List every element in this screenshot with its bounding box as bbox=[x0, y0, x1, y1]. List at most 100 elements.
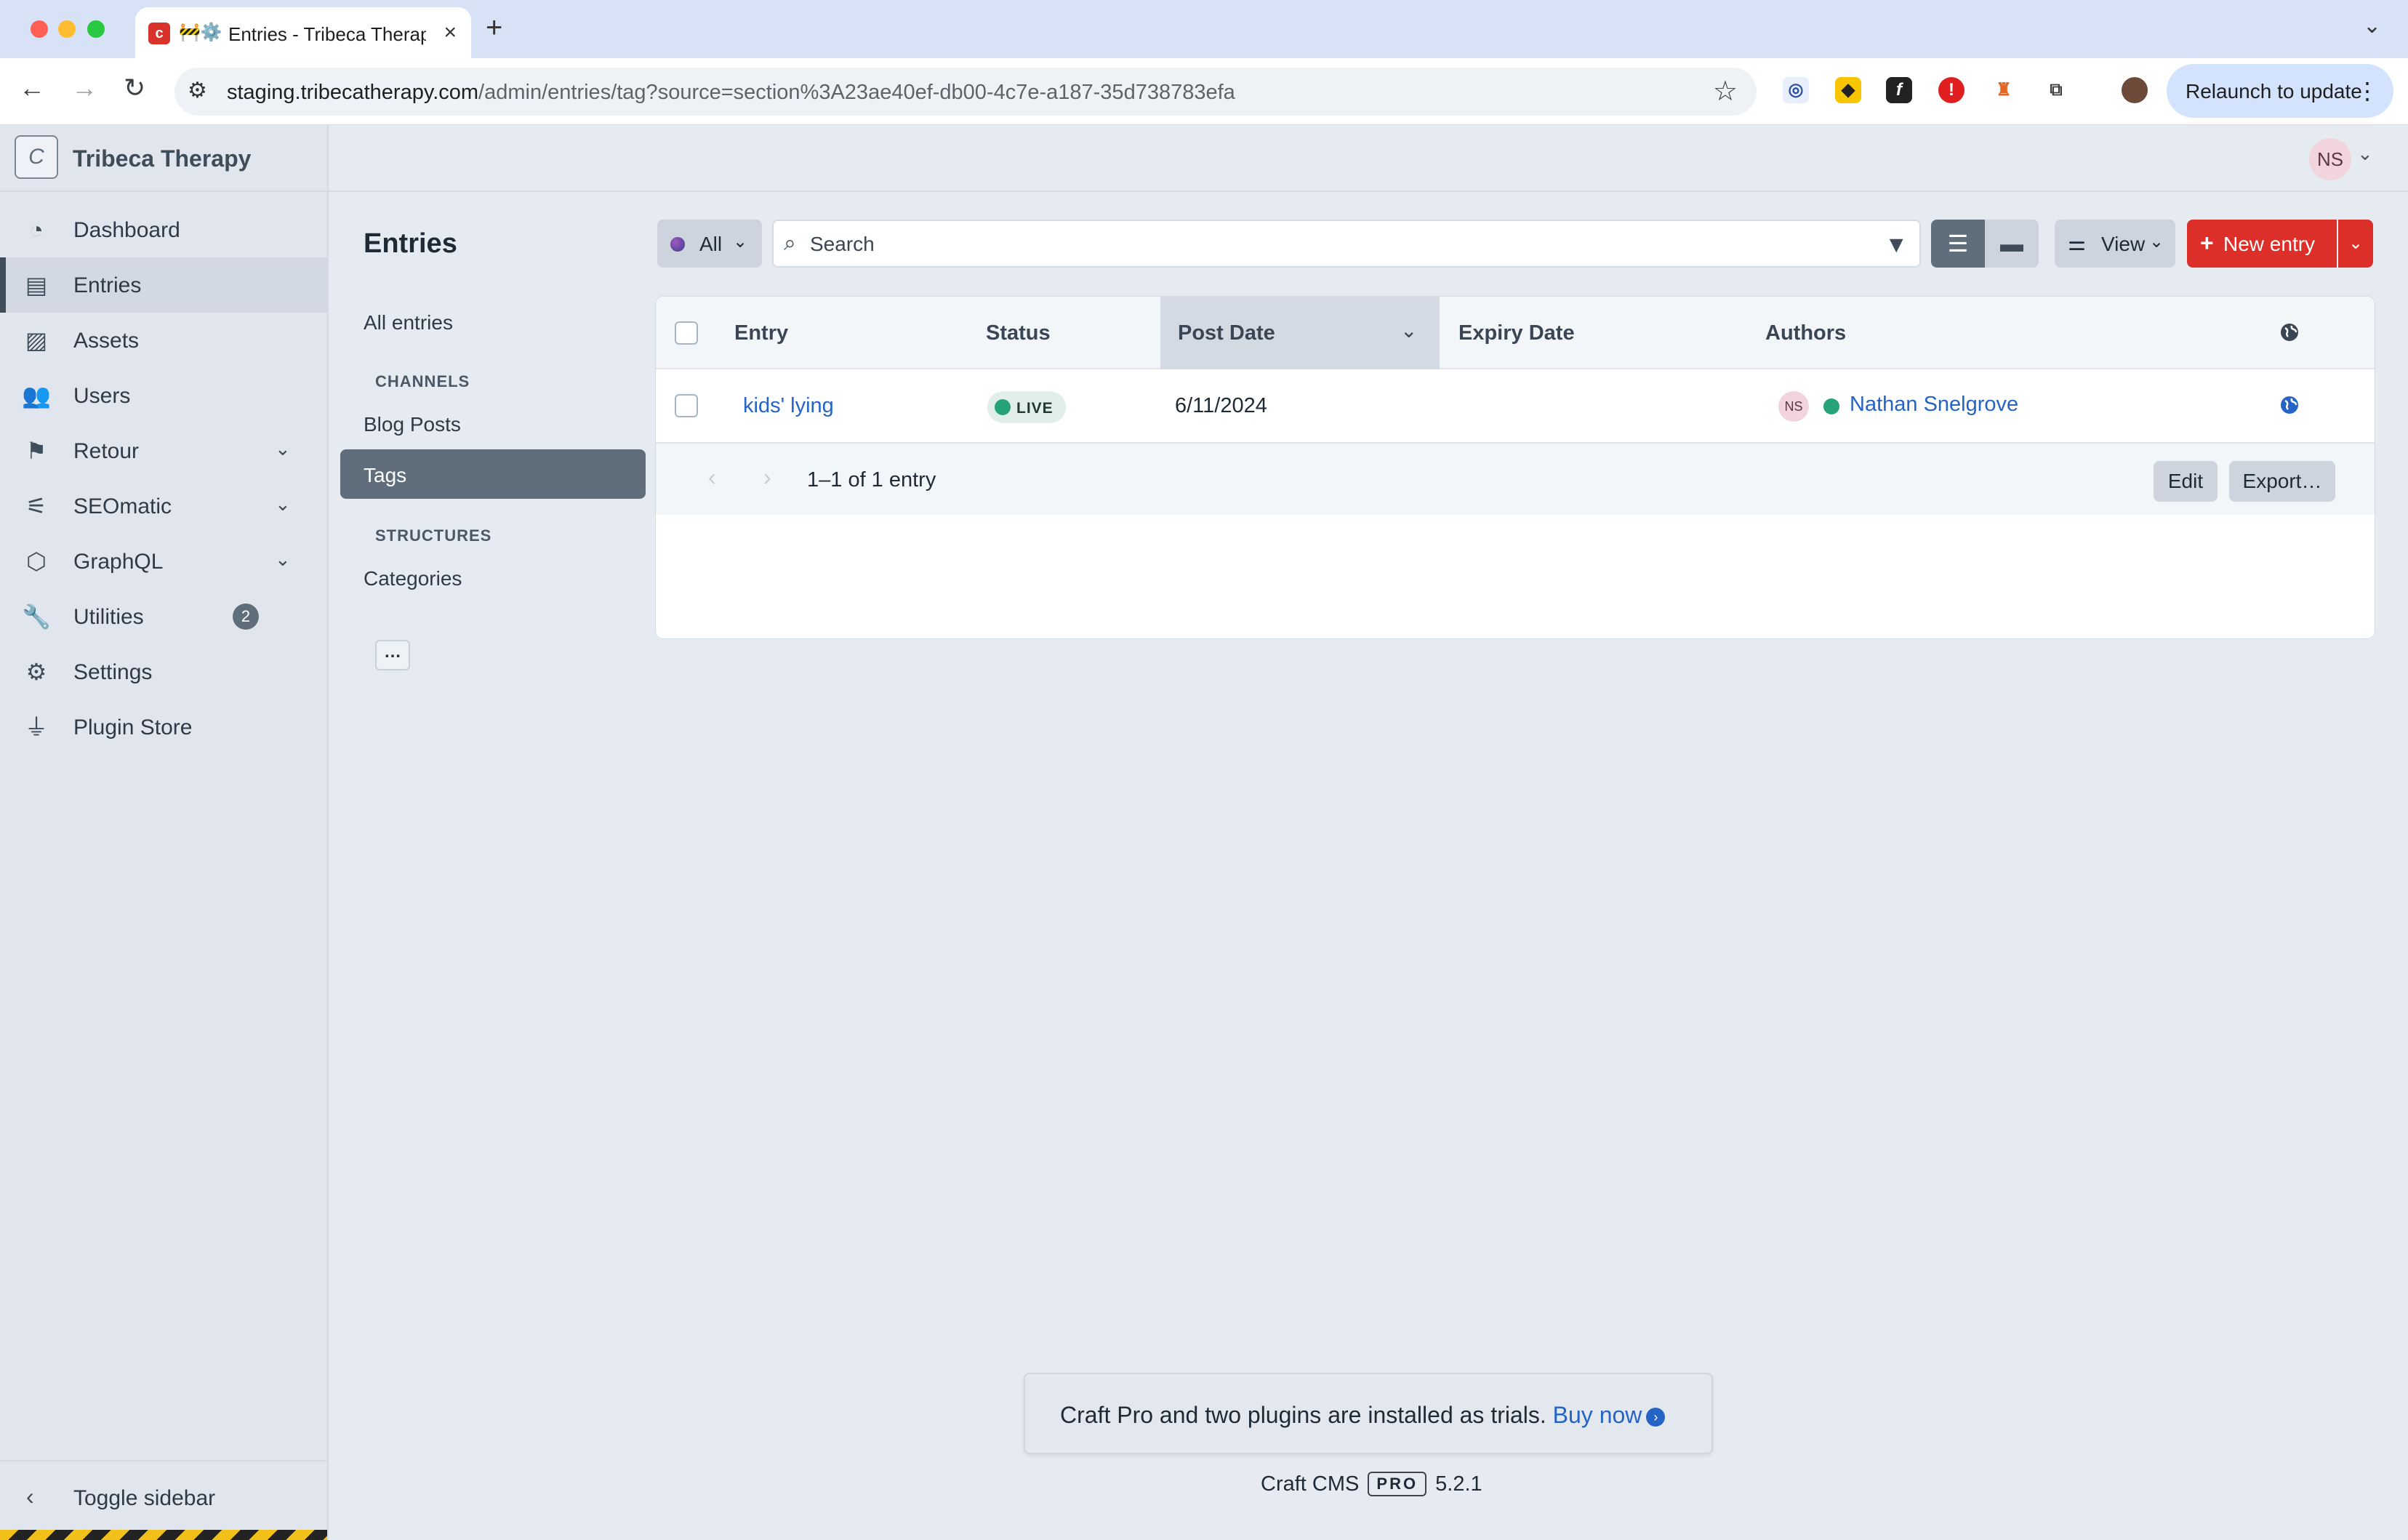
forward-icon[interactable]: → bbox=[71, 73, 97, 103]
bookmark-star-icon[interactable]: ☆ bbox=[1713, 75, 1738, 108]
font-extension-icon[interactable]: f bbox=[1886, 77, 1912, 103]
address-bar[interactable]: ⚙ staging.tribecatherapy.com/admin/entri… bbox=[174, 68, 1757, 116]
column-header-expiry-date[interactable]: Expiry Date bbox=[1458, 321, 1575, 345]
relaunch-update-button[interactable]: Relaunch to update ⋮ bbox=[2167, 64, 2393, 118]
buy-now-link[interactable]: Buy now › bbox=[1553, 1402, 1666, 1428]
table-footer: ‹ › 1–1 of 1 entry Edit Export… bbox=[656, 442, 2375, 515]
more-sources-button[interactable]: … bbox=[375, 640, 410, 670]
sidebar-item-users[interactable]: 👥 Users bbox=[0, 368, 327, 423]
sort-chevron-icon[interactable]: ⌄ bbox=[1400, 318, 1417, 342]
chevron-down-icon[interactable]: ⌄ bbox=[275, 438, 291, 460]
maximize-window-button[interactable] bbox=[87, 20, 105, 38]
adblock-extension-icon[interactable]: ! bbox=[1938, 77, 1964, 103]
chevron-down-icon[interactable]: ⌄ bbox=[2357, 143, 2373, 165]
close-tab-icon[interactable]: × bbox=[444, 20, 457, 45]
source-categories[interactable]: Categories bbox=[340, 553, 646, 602]
retour-icon: ⚑ bbox=[25, 438, 47, 464]
site-settings-icon[interactable]: ⚙ bbox=[188, 78, 207, 103]
select-all-checkbox[interactable] bbox=[675, 321, 698, 345]
browser-menu-icon[interactable]: ⋮ bbox=[2356, 77, 2379, 105]
password-extension-icon[interactable]: ◎ bbox=[1783, 77, 1809, 103]
source-label: Tags bbox=[364, 464, 407, 486]
sidebar-item-plugin-store[interactable]: ⏚ Plugin Store bbox=[0, 699, 327, 755]
trial-text: Craft Pro and two plugins are installed … bbox=[1060, 1402, 1546, 1428]
edit-button[interactable]: Edit bbox=[2154, 461, 2218, 502]
prev-page-icon[interactable]: ‹ bbox=[708, 464, 716, 491]
profile-avatar[interactable] bbox=[2122, 77, 2148, 103]
author-status-dot bbox=[1823, 398, 1839, 414]
chevron-down-icon[interactable]: ⌄ bbox=[275, 548, 291, 571]
dev-mode-stripe bbox=[0, 1530, 327, 1540]
channels-heading: CHANNELS bbox=[375, 372, 470, 390]
minimize-window-button[interactable] bbox=[58, 20, 76, 38]
tab-prefix: 🚧⚙️ bbox=[179, 23, 222, 42]
browser-tab-bar: c 🚧⚙️ Entries - Tribeca Therapy × + ⌄ bbox=[0, 0, 2408, 58]
source-label: Categories bbox=[364, 567, 462, 590]
main-content: NS ⌄ Entries All entries CHANNELS Blog P… bbox=[329, 125, 2408, 1540]
site-brand[interactable]: C Tribeca Therapy bbox=[0, 125, 327, 192]
page-title: Entries bbox=[364, 228, 457, 259]
export-button[interactable]: Export… bbox=[2229, 461, 2335, 502]
table-row[interactable]: kids' lying LIVE 6/11/2024 NS Nathan Sne… bbox=[656, 369, 2375, 442]
column-header-status[interactable]: Status bbox=[986, 321, 1051, 345]
chevron-down-icon[interactable]: ⌄ bbox=[275, 493, 291, 516]
cards-view-button[interactable]: ▬ bbox=[1985, 220, 2039, 268]
users-icon: 👥 bbox=[22, 382, 51, 409]
column-header-entry[interactable]: Entry bbox=[734, 321, 788, 345]
sidebar-item-dashboard[interactable]: ◔ Dashboard bbox=[0, 202, 327, 257]
new-entry-button[interactable]: + New entry bbox=[2187, 220, 2337, 268]
browser-tab[interactable]: c 🚧⚙️ Entries - Tribeca Therapy × bbox=[135, 7, 471, 58]
trial-text-wrap: Craft Pro and two plugins are installed … bbox=[1060, 1402, 1666, 1429]
table-view-button[interactable]: ☰ bbox=[1931, 220, 1985, 268]
search-input[interactable] bbox=[810, 230, 1828, 259]
column-header-authors[interactable]: Authors bbox=[1765, 321, 1846, 345]
view-menu-button[interactable]: ⚌ View ⌄ bbox=[2055, 220, 2175, 268]
status-dot bbox=[995, 399, 1011, 415]
globe-icon[interactable] bbox=[2279, 394, 2300, 416]
chevron-down-icon: ⌄ bbox=[733, 232, 748, 252]
back-icon[interactable]: ← bbox=[19, 73, 45, 103]
toggle-sidebar-button[interactable]: ‹ Toggle sidebar bbox=[0, 1460, 327, 1528]
source-blog-posts[interactable]: Blog Posts bbox=[340, 398, 646, 448]
filter-icon[interactable]: ▼ bbox=[1885, 231, 1908, 258]
sidebar-item-label: SEOmatic bbox=[73, 494, 172, 518]
author-link[interactable]: Nathan Snelgrove bbox=[1850, 393, 2018, 417]
source-all-entries[interactable]: All entries bbox=[340, 297, 646, 346]
status-badge: LIVE bbox=[987, 391, 1066, 423]
site-selector[interactable]: All ⌄ bbox=[657, 220, 762, 268]
reload-icon[interactable]: ↻ bbox=[124, 73, 145, 103]
honey-extension-icon[interactable]: ◆ bbox=[1835, 77, 1861, 103]
sidebar-item-settings[interactable]: ⚙ Settings bbox=[0, 644, 327, 699]
sidebar-item-label: Entries bbox=[73, 273, 142, 297]
row-checkbox[interactable] bbox=[675, 394, 698, 417]
sidebar-item-label: Dashboard bbox=[73, 218, 180, 242]
sidebar-item-assets[interactable]: ▨ Assets bbox=[0, 313, 327, 368]
sidebar: C Tribeca Therapy ◔ Dashboard ▤ Entries … bbox=[0, 125, 329, 1540]
wrench-icon: 🔧 bbox=[22, 603, 51, 630]
site-name: Tribeca Therapy bbox=[73, 145, 252, 172]
gear-icon: ⚙ bbox=[25, 659, 47, 685]
tab-search-icon[interactable]: ⌄ bbox=[2363, 13, 2381, 39]
entries-table: Entry Status Post Date ⌄ Expiry Date Aut… bbox=[656, 297, 2375, 638]
next-page-icon[interactable]: › bbox=[763, 464, 771, 491]
new-entry-menu-button[interactable]: ⌄ bbox=[2338, 220, 2373, 268]
new-tab-button[interactable]: + bbox=[486, 12, 502, 44]
close-window-button[interactable] bbox=[31, 20, 48, 38]
plus-icon: + bbox=[2200, 230, 2214, 256]
view-label: View bbox=[2101, 233, 2146, 255]
column-header-post-date[interactable]: Post Date bbox=[1178, 321, 1275, 345]
post-date-cell: 6/11/2024 bbox=[1175, 394, 1267, 417]
pagination-info: 1–1 of 1 entry bbox=[807, 468, 936, 492]
sidebar-item-graphql[interactable]: ⬡ GraphQL ⌄ bbox=[0, 534, 327, 589]
sidebar-item-entries[interactable]: ▤ Entries bbox=[0, 257, 327, 313]
entry-title-link[interactable]: kids' lying bbox=[743, 394, 834, 418]
extensions-puzzle-icon[interactable]: ⧉ bbox=[2043, 77, 2069, 103]
sidebar-item-retour[interactable]: ⚑ Retour ⌄ bbox=[0, 423, 327, 478]
user-avatar[interactable]: NS bbox=[2309, 138, 2351, 180]
sidebar-item-utilities[interactable]: 🔧 Utilities 2 bbox=[0, 589, 327, 644]
source-tags[interactable]: Tags bbox=[340, 449, 646, 499]
sidebar-item-seomatic[interactable]: ⚟ SEOmatic ⌄ bbox=[0, 478, 327, 534]
craft-favicon-icon: c bbox=[148, 23, 170, 44]
fox-extension-icon[interactable]: ♜ bbox=[1991, 77, 2017, 103]
globe-icon[interactable] bbox=[2279, 321, 2300, 343]
